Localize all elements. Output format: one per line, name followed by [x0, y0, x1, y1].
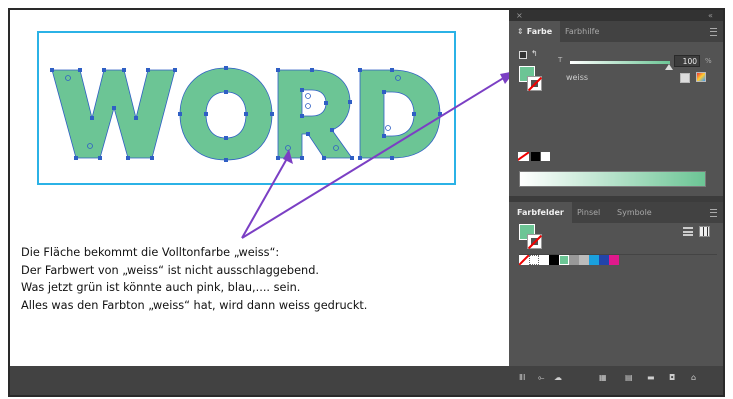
color-panel-dock: × « ⇕ Farbe Farbhilfe ↰ T 100 % weiss Fa…	[509, 10, 723, 382]
tab-symbols-label: Symbole	[617, 208, 652, 217]
collapse-icon[interactable]: «	[708, 10, 713, 21]
swatch-magenta[interactable]	[609, 255, 619, 265]
tint-slider[interactable]	[570, 61, 670, 64]
folder-icon[interactable]: ▬	[647, 373, 655, 382]
swap-icon[interactable]: ↰	[531, 49, 538, 58]
caption-line: Der Farbwert von „weiss“ ist nicht aussc…	[21, 263, 319, 277]
black-swatch[interactable]	[531, 152, 540, 161]
tint-unit: %	[705, 57, 712, 65]
swatch-none[interactable]	[519, 255, 529, 265]
screenshot-frame: Die Fläche bekommt die Volltonfarbe „wei…	[0, 0, 733, 399]
cloud-icon[interactable]: ☁	[554, 373, 562, 382]
gamut-icon[interactable]	[680, 73, 690, 83]
tab-color-guide-label: Farbhilfe	[565, 27, 600, 36]
stroke-swatch[interactable]	[527, 76, 542, 91]
letter-w	[51, 69, 176, 159]
swatches-panel-tabs: Farbfelder Pinsel Symbole	[509, 202, 723, 223]
swatch-blue[interactable]	[599, 255, 609, 265]
swatch-black[interactable]	[549, 255, 559, 265]
swatch-light-gray[interactable]	[579, 255, 589, 265]
menu-icon[interactable]	[710, 28, 717, 36]
color-group-icon[interactable]: ▦	[599, 373, 607, 382]
tab-color[interactable]: ⇕ Farbe	[509, 21, 561, 42]
library-icon[interactable]: ⅡⅠ	[519, 373, 525, 382]
swatches-footer-toolbar: ⅡⅠ ⟜ ☁ ▦ ▤ ▬ ◘ ⌂	[509, 368, 723, 386]
menu-icon[interactable]	[710, 209, 717, 217]
tab-symbols[interactable]: Symbole	[617, 202, 652, 223]
grid-view-icon[interactable]	[699, 226, 710, 237]
letter-d	[359, 69, 441, 159]
swatch-registration[interactable]	[529, 255, 539, 265]
caption-line: Was jetzt grün ist könnte auch pink, bla…	[21, 281, 301, 294]
caption-line: Alles was den Farbton „weiss“ hat, wird …	[21, 298, 368, 312]
list-view-icon[interactable]	[683, 227, 693, 236]
trash-icon[interactable]: ⌂	[691, 373, 696, 382]
swatch-name: weiss	[566, 73, 589, 82]
none-swatch[interactable]	[518, 152, 529, 161]
tab-swatches[interactable]: Farbfelder	[509, 202, 572, 223]
tint-slider-thumb[interactable]	[665, 64, 673, 70]
word-artwork[interactable]	[50, 66, 442, 162]
color-spectrum-bar[interactable]	[519, 171, 706, 187]
stroke-swatch[interactable]	[527, 234, 542, 249]
tab-brushes[interactable]: Pinsel	[577, 202, 600, 223]
letter-o	[179, 67, 273, 161]
tab-color-guide[interactable]: Farbhilfe	[565, 21, 599, 42]
new-swatch-icon[interactable]: ◘	[669, 373, 675, 382]
tint-label: T	[558, 56, 563, 64]
swatch-paper[interactable]	[539, 255, 549, 265]
swatch-options-icon[interactable]: ⟜	[538, 373, 544, 383]
web-color-icon[interactable]	[696, 72, 706, 82]
tab-swatches-label: Farbfelder	[517, 208, 564, 217]
swatch-list	[519, 254, 717, 355]
color-panel-tabs: ⇕ Farbe Farbhilfe	[509, 21, 723, 42]
default-colors-icon[interactable]	[519, 51, 527, 59]
panel-topbar: × «	[509, 10, 723, 21]
white-swatch[interactable]	[541, 152, 550, 161]
tint-value-field[interactable]: 100	[674, 55, 700, 67]
swatch-cyan[interactable]	[589, 255, 599, 265]
swatch-weiss[interactable]	[559, 255, 569, 265]
tab-brushes-label: Pinsel	[577, 208, 601, 217]
swatch-gray[interactable]	[569, 255, 579, 265]
close-icon[interactable]: ×	[516, 10, 523, 21]
explanation-caption: Die Fläche bekommt die Volltonfarbe „wei…	[21, 244, 461, 314]
expand-icon: ⇕	[517, 27, 524, 36]
letter-r	[277, 69, 353, 159]
caption-line: Die Fläche bekommt die Volltonfarbe „wei…	[21, 246, 280, 259]
edit-swatch-icon[interactable]: ▤	[625, 373, 633, 382]
tab-color-label: Farbe	[526, 27, 553, 36]
